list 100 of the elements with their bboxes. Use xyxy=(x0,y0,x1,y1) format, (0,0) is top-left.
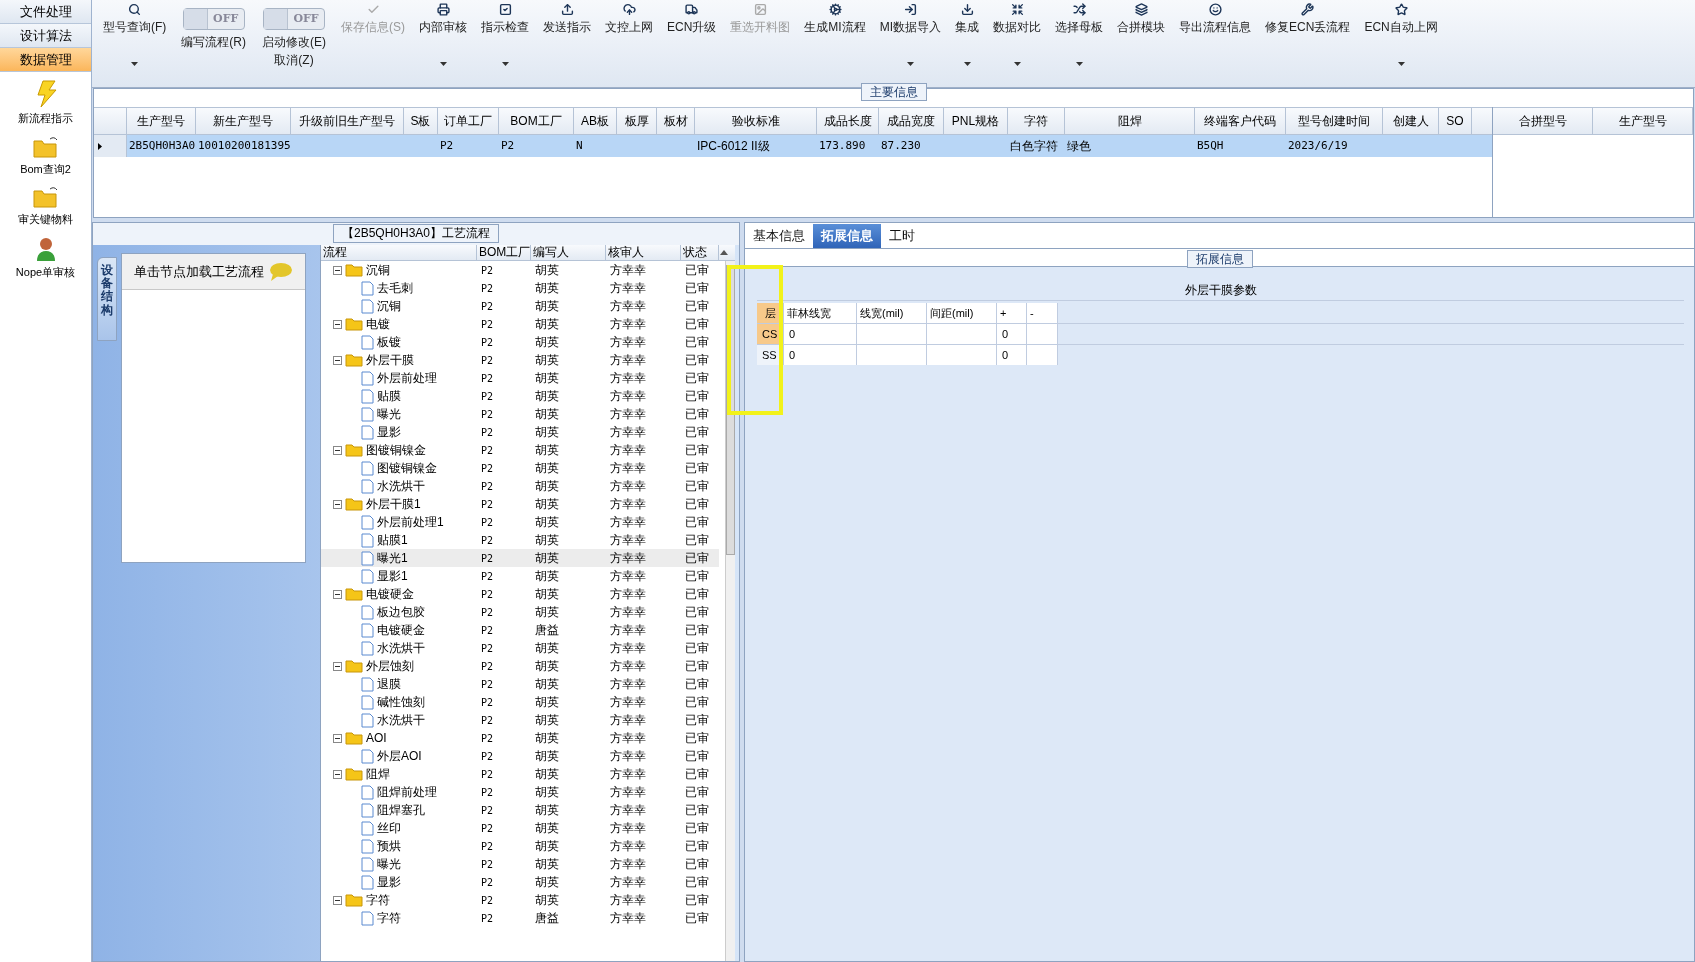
collapse-icon[interactable] xyxy=(333,499,342,509)
caret-icon xyxy=(906,62,914,66)
nav-tab[interactable]: 文件处理 xyxy=(0,0,91,24)
tree-row[interactable]: 外层干膜1 P2 胡英 方幸幸 已审 xyxy=(321,495,719,513)
image-icon xyxy=(753,3,767,16)
tree-row[interactable]: 字符 P2 唐益 方幸幸 已审 xyxy=(321,909,719,927)
nav-tab[interactable]: 设计算法 xyxy=(0,24,91,48)
collapse-icon[interactable] xyxy=(333,445,342,455)
tree-row[interactable]: 曝光 P2 胡英 方幸幸 已审 xyxy=(321,405,719,423)
toolbar-button[interactable]: 内部审核 xyxy=(412,0,474,66)
table-cell-text: 已审 xyxy=(684,748,710,765)
collapse-icon[interactable] xyxy=(333,265,342,275)
printer-icon xyxy=(436,3,450,16)
tree-row[interactable]: 贴膜1 P2 胡英 方幸幸 已审 xyxy=(321,531,719,549)
tree-row[interactable]: 板镀 P2 胡英 方幸幸 已审 xyxy=(321,333,719,351)
table-cell-text: 方幸幸 xyxy=(609,406,647,423)
tree-row[interactable]: 图镀铜镍金 P2 胡英 方幸幸 已审 xyxy=(321,459,719,477)
tree-row[interactable]: 阻焊塞孔 P2 胡英 方幸幸 已审 xyxy=(321,801,719,819)
toolbar-button[interactable]: 发送指示 xyxy=(536,0,598,66)
tree-row[interactable]: 阻焊前处理 P2 胡英 方幸幸 已审 xyxy=(321,783,719,801)
tab[interactable]: 基本信息 xyxy=(745,224,813,248)
collapse-icon[interactable] xyxy=(333,589,342,599)
table-cell-text: 2B5QH0H3A0 xyxy=(128,138,196,154)
file-icon xyxy=(361,802,374,818)
scroll-up-icon[interactable] xyxy=(719,248,729,258)
table-cell-text: 方幸幸 xyxy=(609,766,647,783)
tab[interactable]: 工时 xyxy=(881,224,923,248)
table-row[interactable]: 2B5QH0H3A0 10010200181395 P2 P2 N IPC-6012 II级 173.890 87.230 白色字符 绿色 B5QH 2023/6/19 xyxy=(94,135,1492,157)
nav-item[interactable]: 新流程指示 xyxy=(0,80,91,127)
table-cell-text: 胡英 xyxy=(534,550,560,567)
nav-item[interactable]: Nope单审核 xyxy=(0,235,91,280)
tree-row[interactable]: 丝印 P2 胡英 方幸幸 已审 xyxy=(321,819,719,837)
toolbar-button[interactable]: MI数据导入 xyxy=(872,0,949,66)
tree-row[interactable]: 显影1 P2 胡英 方幸幸 已审 xyxy=(321,567,719,585)
toolbar-button[interactable]: 集成 xyxy=(948,0,987,66)
tree-row[interactable]: 沉铜 P2 胡英 方幸幸 已审 xyxy=(321,297,719,315)
tree-row[interactable]: 退膜 P2 胡英 方幸幸 已审 xyxy=(321,675,719,693)
nav-item[interactable]: Bom查询2 xyxy=(0,134,91,177)
tree-row[interactable]: 板边包胶 P2 胡英 方幸幸 已审 xyxy=(321,603,719,621)
tree-row[interactable]: 碱性蚀刻 P2 胡英 方幸幸 已审 xyxy=(321,693,719,711)
toolbar-button[interactable]: 合拼模块 xyxy=(1110,0,1173,66)
toolbar-button[interactable]: 文控上网 xyxy=(598,0,660,66)
tree-row[interactable]: 水洗烘干 P2 胡英 方幸幸 已审 xyxy=(321,477,719,495)
toolbar-button[interactable]: 数据对比 xyxy=(986,0,1049,66)
tree-row[interactable]: 阻焊 P2 胡英 方幸幸 已审 xyxy=(321,765,719,783)
tree-row[interactable]: 显影 P2 胡英 方幸幸 已审 xyxy=(321,423,719,441)
table-cell-text: 方幸幸 xyxy=(609,676,647,693)
toolbar-button[interactable]: 导出流程信息 xyxy=(1172,0,1259,66)
tree-row[interactable]: 图镀铜镍金 P2 胡英 方幸幸 已审 xyxy=(321,441,719,459)
tree-row[interactable]: 曝光1 P2 胡英 方幸幸 已审 xyxy=(321,549,719,567)
table-cell-text: 胡英 xyxy=(534,694,560,711)
collapse-icon[interactable] xyxy=(333,661,342,671)
toolbar-button[interactable]: 生成MI流程 xyxy=(797,0,873,66)
tree-row[interactable]: 水洗烘干 P2 胡英 方幸幸 已审 xyxy=(321,639,719,657)
tree-row[interactable]: 预烘 P2 胡英 方幸幸 已审 xyxy=(321,837,719,855)
tree-row[interactable]: 电镀硬金 P2 唐益 方幸幸 已审 xyxy=(321,621,719,639)
toolbar-button[interactable]: 修复ECN丢流程 xyxy=(1258,0,1358,66)
column-header: 菲林线宽 xyxy=(784,303,857,323)
hint-text: 单击节点加载工艺流程 xyxy=(134,262,264,281)
table-cell-text: 胡英 xyxy=(534,280,560,297)
tree-row[interactable]: 水洗烘干 P2 胡英 方幸幸 已审 xyxy=(321,711,719,729)
tab[interactable]: 拓展信息 xyxy=(813,224,881,248)
collapse-icon[interactable] xyxy=(333,319,342,329)
collapse-icon[interactable] xyxy=(333,769,342,779)
tree-row[interactable]: 去毛刺 P2 胡英 方幸幸 已审 xyxy=(321,279,719,297)
tree-node-label: 电镀硬金 xyxy=(366,586,414,603)
table-cell-text: 胡英 xyxy=(534,766,560,783)
tree-row[interactable]: AOI P2 胡英 方幸幸 已审 xyxy=(321,729,719,747)
table-cell-text: 方幸幸 xyxy=(609,568,647,585)
toolbar-button[interactable]: 型号查询(F) xyxy=(96,0,174,66)
nav-item[interactable]: 审关键物料 xyxy=(0,185,91,228)
column-header: 间距(mil) xyxy=(927,303,997,323)
toolbar-button[interactable]: 选择母板 xyxy=(1048,0,1111,66)
tree-row[interactable]: 外层蚀刻 P2 胡英 方幸幸 已审 xyxy=(321,657,719,675)
tree-row[interactable]: 外层前处理1 P2 胡英 方幸幸 已审 xyxy=(321,513,719,531)
tree-row[interactable]: 电镀硬金 P2 胡英 方幸幸 已审 xyxy=(321,585,719,603)
side-tab[interactable]: 设备结构 xyxy=(97,257,117,341)
file-icon xyxy=(361,424,374,440)
tree-row[interactable]: 电镀 P2 胡英 方幸幸 已审 xyxy=(321,315,719,333)
table-cell-text: 胡英 xyxy=(534,856,560,873)
column-header: 状态 xyxy=(681,245,719,260)
toolbar-button[interactable]: 指示检查 xyxy=(474,0,536,66)
table-cell-text: 已审 xyxy=(684,478,710,495)
toolbar-button[interactable]: ECN自动上网 xyxy=(1357,0,1445,66)
tree-row[interactable]: 曝光 P2 胡英 方幸幸 已审 xyxy=(321,855,719,873)
tree-row[interactable]: 字符 P2 胡英 方幸幸 已审 xyxy=(321,891,719,909)
tree-node-label: 字符 xyxy=(366,892,390,909)
collapse-icon[interactable] xyxy=(333,355,342,365)
toolbar-button[interactable]: ECN升级 xyxy=(660,0,724,66)
collapse-icon[interactable] xyxy=(333,733,342,743)
nav-tab[interactable]: 数据管理 xyxy=(0,48,91,72)
tree-row[interactable]: 显影 P2 胡英 方幸幸 已审 xyxy=(321,873,719,891)
tree-row[interactable]: 外层AOI P2 胡英 方幸幸 已审 xyxy=(321,747,719,765)
tree-row[interactable]: 贴膜 P2 胡英 方幸幸 已审 xyxy=(321,387,719,405)
collapse-icon[interactable] xyxy=(333,895,342,905)
person-icon xyxy=(35,235,56,262)
table-cell-text: P2 xyxy=(480,839,495,854)
tree-row[interactable]: 外层前处理 P2 胡英 方幸幸 已审 xyxy=(321,369,719,387)
tree-row[interactable]: 外层干膜 P2 胡英 方幸幸 已审 xyxy=(321,351,719,369)
tree-row[interactable]: 沉铜 P2 胡英 方幸幸 已审 xyxy=(321,261,719,279)
